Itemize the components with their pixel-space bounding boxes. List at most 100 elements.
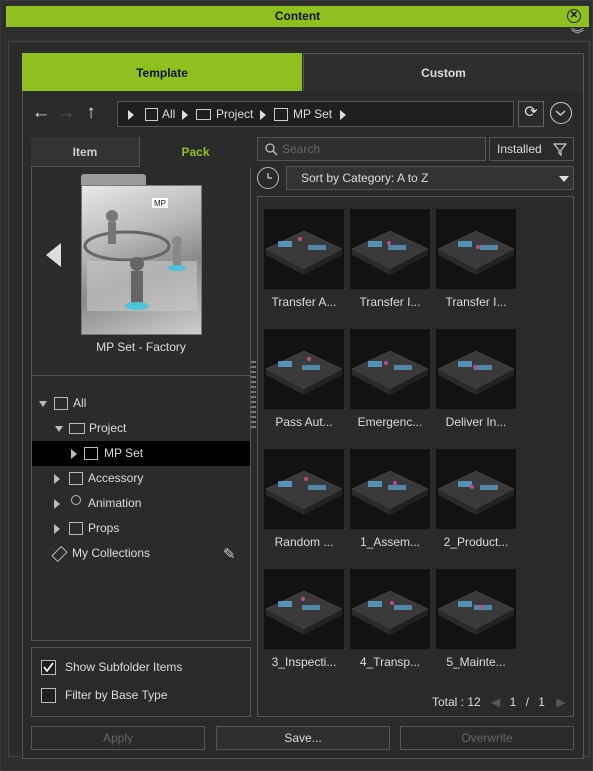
accessory-icon — [69, 472, 83, 485]
template-item-thumbnail[interactable] — [264, 569, 344, 649]
next-page-icon[interactable]: ▶ — [556, 695, 565, 709]
tab-item[interactable]: Item — [31, 137, 140, 167]
tag-icon — [51, 545, 68, 563]
collapsed-arrow-icon[interactable] — [54, 524, 60, 534]
options-menu-icon[interactable] — [550, 102, 572, 124]
svg-text:MP: MP — [154, 199, 166, 208]
expanded-arrow-icon[interactable] — [39, 401, 47, 407]
template-item-label: 4_Transp... — [359, 655, 421, 669]
tree-label: Project — [89, 421, 127, 435]
breadcrumb-separator-icon[interactable] — [128, 110, 134, 120]
breadcrumb-project[interactable]: Project — [216, 107, 253, 121]
template-item-label: Deliver In... — [445, 415, 507, 429]
breadcrumb-separator-icon[interactable] — [182, 110, 188, 120]
collapsed-arrow-icon[interactable] — [54, 474, 60, 484]
forward-arrow-icon[interactable]: → — [55, 103, 77, 125]
overwrite-button[interactable]: Overwrite — [400, 726, 574, 750]
sort-dropdown[interactable]: Sort by Category: A to Z — [286, 166, 574, 190]
window-title: Content — [274, 9, 321, 23]
all-icon — [145, 108, 158, 121]
previous-pack-arrow-icon[interactable] — [46, 243, 61, 267]
template-item-thumbnail[interactable] — [264, 209, 344, 289]
mp-set-icon — [274, 108, 288, 121]
template-item-label: Transfer I... — [359, 295, 421, 309]
template-item-thumbnail[interactable] — [436, 209, 516, 289]
breadcrumb-all[interactable]: All — [162, 107, 175, 121]
filter-base-checkbox[interactable] — [41, 688, 56, 703]
template-item-thumbnail[interactable] — [264, 449, 344, 529]
tree-label: Accessory — [88, 471, 144, 485]
collapsed-arrow-icon[interactable] — [71, 449, 77, 459]
animation-icon — [71, 495, 81, 505]
folder-icon — [69, 423, 85, 434]
tab-custom[interactable]: Custom — [303, 53, 584, 91]
template-item-thumbnail[interactable] — [350, 569, 430, 649]
tree-item-animation[interactable]: Animation — [32, 491, 250, 516]
breadcrumb-mp-set[interactable]: MP Set — [293, 107, 332, 121]
breadcrumb-separator-icon[interactable] — [260, 110, 266, 120]
tree-item-all[interactable]: All — [32, 391, 250, 416]
splitter-handle[interactable] — [251, 361, 256, 431]
template-item-label: Pass Aut... — [275, 415, 333, 429]
tree-label: Props — [88, 521, 120, 535]
template-item-thumbnail[interactable] — [436, 449, 516, 529]
tree-label: Animation — [88, 496, 142, 510]
search-icon — [265, 143, 278, 156]
installed-filter[interactable]: Installed — [489, 137, 574, 161]
up-arrow-icon[interactable]: ↑ — [80, 103, 102, 125]
mp-set-icon — [84, 447, 98, 460]
filter-icon — [553, 143, 567, 156]
apply-button[interactable]: Apply — [31, 726, 205, 750]
tree-item-accessory[interactable]: Accessory — [32, 466, 250, 491]
window-title-bar: Content ✕ — [6, 6, 589, 27]
total-pages: 1 — [538, 695, 545, 709]
dropdown-arrow-icon[interactable] — [559, 176, 569, 182]
pagination: ◀ 1 / 1 ▶ — [491, 695, 566, 709]
tree-item-project[interactable]: Project — [32, 416, 250, 441]
tree-item-my-collections[interactable]: My Collections — [32, 541, 250, 566]
template-item-thumbnail[interactable] — [350, 329, 430, 409]
sort-label: Sort by Category: A to Z — [301, 171, 429, 185]
template-item-label: 2_Product... — [443, 535, 509, 549]
collapse-icon[interactable]: ︾ — [571, 28, 584, 41]
pack-preview-image[interactable]: MP — [81, 185, 202, 335]
template-item-thumbnail[interactable] — [436, 569, 516, 649]
tree-item-mp-set[interactable]: MP Set — [32, 441, 250, 466]
search-placeholder: Search — [282, 142, 321, 156]
expanded-arrow-icon[interactable] — [55, 426, 63, 432]
template-item-label: 3_Inspecti... — [271, 655, 337, 669]
prev-page-icon[interactable]: ◀ — [491, 695, 500, 709]
template-item-thumbnail[interactable] — [436, 329, 516, 409]
template-item-thumbnail[interactable] — [350, 449, 430, 529]
tree-label: My Collections — [72, 546, 151, 560]
folder-icon — [196, 109, 211, 120]
tree-item-props[interactable]: Props — [32, 516, 250, 541]
all-icon — [54, 397, 68, 410]
breadcrumb: All Project MP Set — [117, 101, 514, 127]
props-icon — [69, 522, 83, 535]
template-item-thumbnail[interactable] — [264, 329, 344, 409]
close-icon[interactable]: ✕ — [567, 9, 581, 23]
content-window: Content ✕ ︾ Template Custom ← → ↑ All Pr… — [0, 0, 593, 771]
template-item-thumbnail[interactable] — [350, 209, 430, 289]
collapsed-arrow-icon[interactable] — [54, 499, 60, 509]
template-item-label: Random ... — [274, 535, 334, 549]
history-clock-icon[interactable] — [257, 167, 279, 189]
tab-template[interactable]: Template — [22, 53, 302, 91]
back-arrow-icon[interactable]: ← — [30, 103, 52, 125]
pack-name: MP Set - Factory — [96, 340, 186, 354]
current-page[interactable]: 1 — [510, 695, 517, 709]
refresh-icon[interactable]: ⟳ — [518, 101, 544, 127]
show-subfolder-checkbox[interactable] — [41, 660, 56, 675]
template-item-label: Transfer I... — [445, 295, 507, 309]
tab-pack[interactable]: Pack — [140, 137, 251, 167]
main-tabs: Template Custom — [22, 53, 584, 91]
pencil-icon[interactable]: ✎ — [223, 545, 239, 563]
save-button[interactable]: Save... — [216, 726, 390, 750]
filter-base-label: Filter by Base Type — [65, 688, 168, 702]
tree-label: MP Set — [104, 446, 144, 460]
breadcrumb-separator-icon[interactable] — [340, 110, 346, 120]
tree-label: All — [73, 396, 87, 410]
template-item-label: Emergenc... — [357, 415, 423, 429]
template-item-label: 1_Assem... — [359, 535, 421, 549]
